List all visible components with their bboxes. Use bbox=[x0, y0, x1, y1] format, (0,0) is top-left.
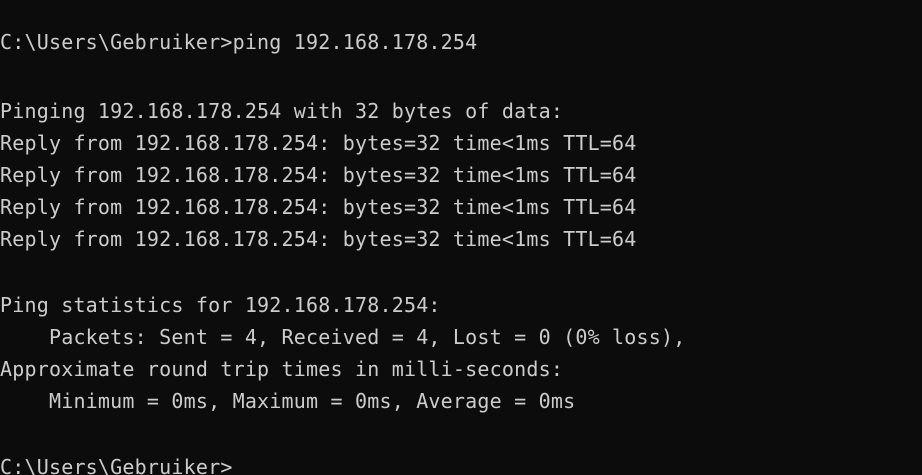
reply-line: Reply from 192.168.178.254: bytes=32 tim… bbox=[0, 195, 637, 219]
command-line: C:\Users\Gebruiker>ping 192.168.178.254 bbox=[0, 30, 478, 54]
packets-summary: Packets: Sent = 4, Received = 4, Lost = … bbox=[0, 325, 686, 349]
reply-line: Reply from 192.168.178.254: bytes=32 tim… bbox=[0, 131, 637, 155]
prompt-line[interactable]: C:\Users\Gebruiker> bbox=[0, 451, 233, 475]
ping-header: Pinging 192.168.178.254 with 32 bytes of… bbox=[0, 99, 564, 123]
reply-line: Reply from 192.168.178.254: bytes=32 tim… bbox=[0, 227, 637, 251]
reply-line: Reply from 192.168.178.254: bytes=32 tim… bbox=[0, 163, 637, 187]
rtt-header: Approximate round trip times in milli-se… bbox=[0, 357, 564, 381]
terminal-window[interactable]: C:\Users\Gebruiker>ping 192.168.178.254 … bbox=[0, 0, 922, 475]
rtt-summary: Minimum = 0ms, Maximum = 0ms, Average = … bbox=[0, 389, 576, 413]
prompt-text: C:\Users\Gebruiker> bbox=[0, 455, 233, 475]
statistics-header: Ping statistics for 192.168.178.254: bbox=[0, 293, 441, 317]
